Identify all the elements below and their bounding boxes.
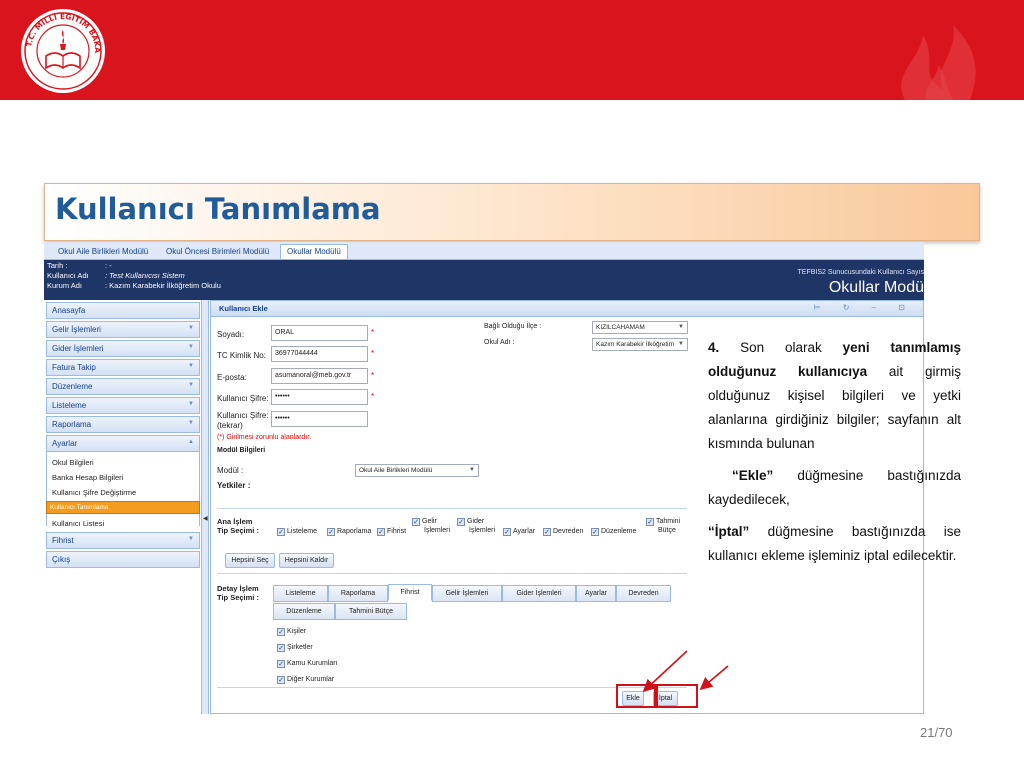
arrow-to-iptal [699, 665, 729, 691]
paragraph-2: “Ekle” düğmesine bastığınızda kaydedilec… [708, 468, 961, 507]
slide: T.C. MİLLİ EĞİTİM BAKANLIĞI Kullanıcı Ta… [0, 0, 1024, 768]
arrow-to-ekle [642, 650, 688, 693]
page-number: 21/70 [920, 725, 953, 740]
paragraph-1: 4. Son olarak yeni tanımlamış olduğunuz … [708, 340, 961, 451]
instruction-text: 4. Son olarak yeni tanımlamış olduğunuz … [708, 336, 961, 576]
paragraph-3: “İptal” düğmesine bastığınızda ise kulla… [708, 524, 961, 563]
